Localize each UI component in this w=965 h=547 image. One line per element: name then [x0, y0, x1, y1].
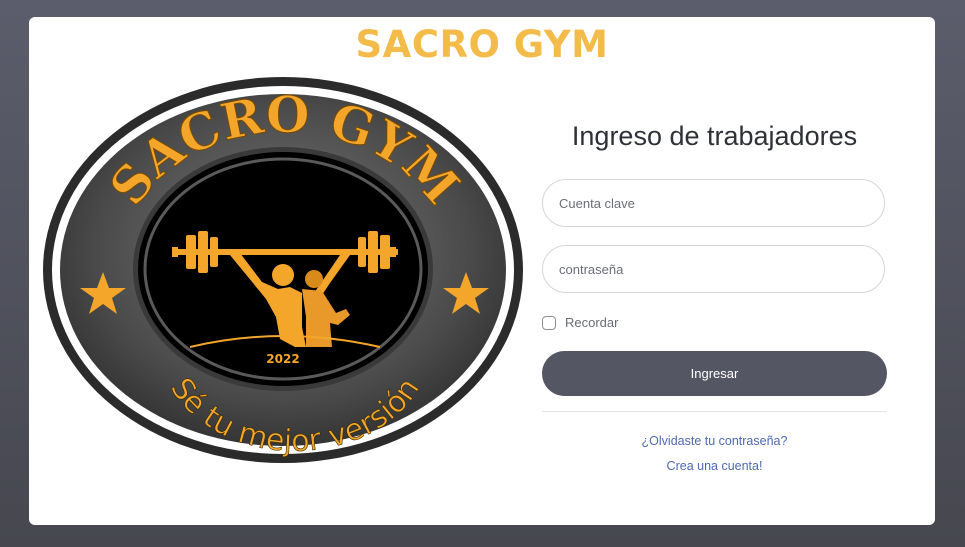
login-card: SACRO GYM SACRO GYM 2022 Sé tu mejor ver…	[29, 17, 935, 525]
divider	[542, 411, 887, 412]
page-title: SACRO GYM	[355, 23, 609, 66]
gym-logo: SACRO GYM 2022 Sé tu mejor versión	[43, 77, 523, 463]
create-account-link[interactable]: Crea una cuenta!	[542, 459, 887, 473]
logo-year: 2022	[266, 352, 299, 366]
login-button[interactable]: Ingresar	[542, 351, 887, 396]
remember-checkbox[interactable]	[542, 315, 556, 330]
forgot-password-link[interactable]: ¿Olvidaste tu contraseña?	[542, 434, 887, 448]
username-input[interactable]	[542, 179, 885, 227]
remember-label: Recordar	[565, 315, 619, 330]
remember-row[interactable]: Recordar	[542, 315, 618, 330]
password-input[interactable]	[542, 245, 885, 293]
form-title: Ingreso de trabajadores	[571, 121, 858, 151]
